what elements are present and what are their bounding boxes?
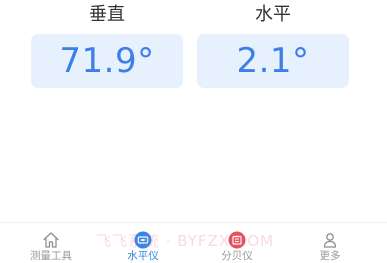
tab-more[interactable]: 更多: [295, 223, 365, 263]
vertical-label: 垂直: [89, 4, 125, 25]
tab-label: 测量工具: [30, 250, 72, 262]
horizontal-angle-value: 2.1°: [197, 34, 349, 88]
tab-label: 水平仪: [127, 250, 159, 262]
tab-measure-tools[interactable]: 测量工具: [16, 223, 86, 263]
tab-label: 更多: [319, 250, 341, 262]
tab-decibel[interactable]: 分贝仪: [202, 223, 272, 263]
bottom-tab-bar: 测量工具 水平仪 分贝仪 更多: [0, 222, 387, 263]
vertical-angle-value: 71.9°: [31, 34, 183, 88]
tab-level[interactable]: 水平仪: [108, 223, 178, 263]
level-screen: 垂直 水平 71.9° 2.1° 测量工具 水平仪 分贝仪 更多 飞飞系统 · …: [0, 0, 387, 263]
level-icon: [134, 231, 152, 249]
horizontal-label: 水平: [255, 4, 291, 25]
home-icon: [43, 232, 59, 248]
tab-label: 分贝仪: [221, 250, 253, 262]
person-icon: [323, 233, 337, 248]
decibel-icon: [228, 231, 246, 249]
